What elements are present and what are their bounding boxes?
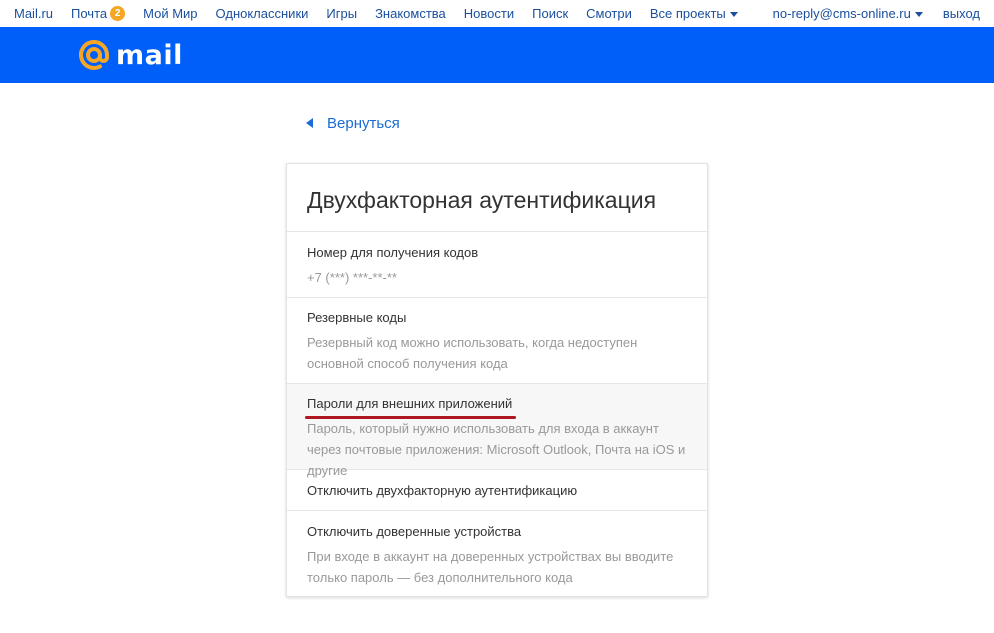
- portal-link-games[interactable]: Игры: [326, 6, 357, 21]
- portal-link-dating[interactable]: Знакомства: [375, 6, 446, 21]
- disable-trusted-devices-description: При входе в аккаунт на доверенных устрой…: [307, 549, 674, 585]
- back-link[interactable]: Вернуться: [306, 113, 400, 133]
- portal-link-mail[interactable]: Почта 2: [71, 6, 126, 21]
- account-dropdown[interactable]: no-reply@cms-online.ru: [773, 6, 923, 21]
- portal-link-watch[interactable]: Смотри: [586, 6, 632, 21]
- unread-count-badge: 2: [110, 6, 126, 21]
- portal-links: Mail.ru Почта 2 Мой Мир Одноклассники Иг…: [14, 0, 756, 27]
- logo-text: mail: [116, 39, 183, 71]
- page-title: Двухфакторная аутентификация: [287, 164, 707, 232]
- portal-menu: Mail.ru Почта 2 Мой Мир Одноклассники Иг…: [0, 0, 994, 27]
- backup-codes-description: Резервный код можно использовать, когда …: [307, 335, 638, 371]
- backup-codes-row[interactable]: Резервные коды Резервный код можно испол…: [287, 298, 707, 384]
- disable-2fa-label: Отключить двухфакторную аутентификацию: [307, 483, 578, 498]
- all-projects-dropdown[interactable]: Все проекты: [650, 6, 738, 21]
- phone-number-row[interactable]: Номер для получения кодов +7 (***) ***-*…: [287, 232, 707, 298]
- logout-link[interactable]: выход: [943, 6, 980, 21]
- portal-link-search[interactable]: Поиск: [532, 6, 568, 21]
- at-sign-icon: [79, 39, 109, 70]
- all-projects-label: Все проекты: [649, 6, 726, 21]
- app-passwords-label: Пароли для внешних приложений: [304, 396, 517, 419]
- chevron-down-icon: [914, 12, 923, 17]
- disable-2fa-row[interactable]: Отключить двухфакторную аутентификацию: [287, 470, 707, 511]
- portal-link-mailru[interactable]: Mail.ru: [14, 6, 53, 21]
- phone-number-value: +7 (***) ***-**-**: [307, 270, 397, 285]
- portal-link-news[interactable]: Новости: [464, 6, 514, 21]
- disable-trusted-devices-row[interactable]: Отключить доверенные устройства При вход…: [287, 511, 707, 597]
- chevron-down-icon: [729, 12, 738, 17]
- portal-link-mail-label: Почта: [71, 6, 108, 21]
- back-link-label: Вернуться: [327, 114, 400, 132]
- backup-codes-label: Резервные коды: [307, 310, 407, 325]
- header-bar: mail: [0, 27, 994, 83]
- portal-link-my-world[interactable]: Мой Мир: [143, 6, 197, 21]
- disable-trusted-devices-label: Отключить доверенные устройства: [307, 524, 522, 539]
- two-factor-card: Двухфакторная аутентификация Номер для п…: [286, 163, 708, 597]
- arrow-left-icon: [306, 118, 313, 128]
- app-passwords-row[interactable]: Пароли для внешних приложений Пароль, ко…: [287, 384, 707, 478]
- mail-logo[interactable]: mail: [78, 37, 183, 73]
- portal-link-odnoklassniki[interactable]: Одноклассники: [216, 6, 309, 21]
- account-email: no-reply@cms-online.ru: [772, 6, 911, 21]
- account-area: no-reply@cms-online.ru выход: [753, 0, 980, 27]
- phone-number-label: Номер для получения кодов: [307, 245, 479, 260]
